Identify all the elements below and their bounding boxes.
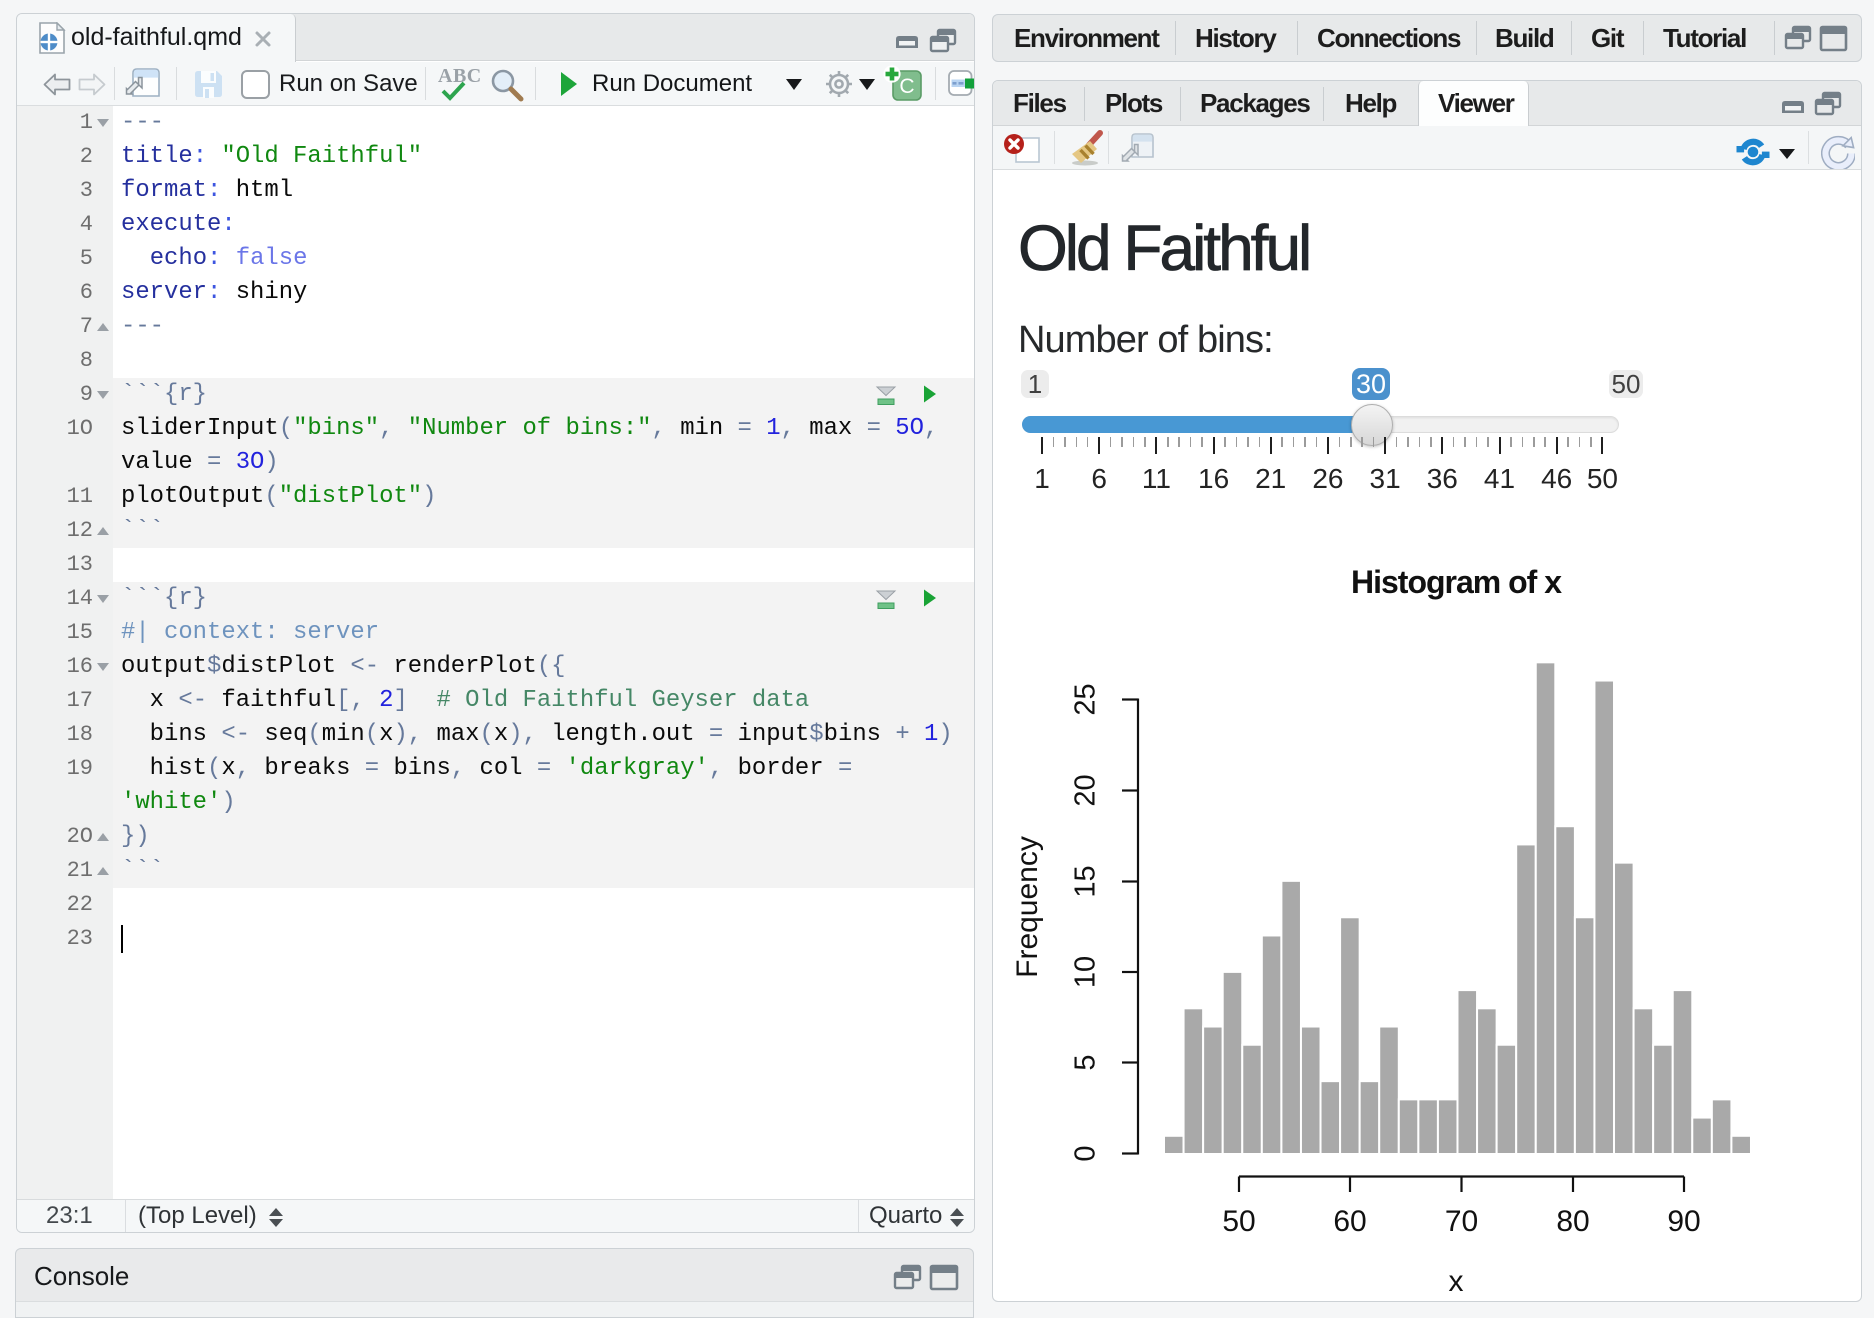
svg-text:15: 15 [1070, 865, 1102, 897]
svg-text:25: 25 [1070, 683, 1102, 715]
svg-text:Frequency: Frequency [1011, 836, 1044, 978]
svg-text:70: 70 [1445, 1205, 1478, 1238]
svg-text:5: 5 [1070, 1054, 1102, 1070]
svg-text:90: 90 [1667, 1205, 1700, 1238]
svg-text:0: 0 [1070, 1145, 1102, 1161]
svg-text:Histogram of x: Histogram of x [1351, 564, 1562, 600]
svg-text:C: C [899, 75, 914, 98]
svg-text:80: 80 [1556, 1205, 1589, 1238]
svg-text:60: 60 [1333, 1205, 1366, 1238]
svg-text:x: x [1449, 1265, 1464, 1298]
svg-text:20: 20 [1070, 774, 1102, 806]
svg-text:50: 50 [1222, 1205, 1255, 1238]
svg-text:10: 10 [1070, 956, 1102, 988]
